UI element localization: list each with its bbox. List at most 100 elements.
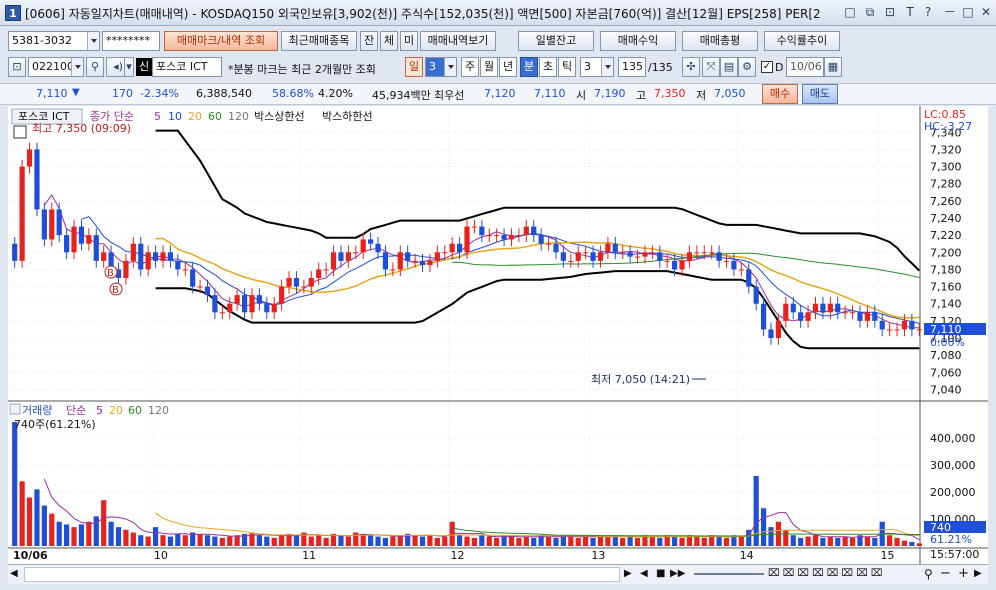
candle xyxy=(753,286,759,304)
zoom-out-icon[interactable]: − xyxy=(940,566,951,581)
minimize-button[interactable]: － xyxy=(942,5,958,21)
volume-bar xyxy=(679,537,685,546)
volume-bar xyxy=(234,535,240,546)
count-select[interactable]: 3 xyxy=(580,57,614,77)
zoom-icon[interactable]: ⚲ xyxy=(924,567,933,581)
filled-button[interactable]: 체 xyxy=(380,31,398,51)
legend-ma20[interactable]: 20 xyxy=(188,110,202,123)
range-input[interactable]: 135 xyxy=(618,57,646,77)
font-icon[interactable]: T xyxy=(902,5,918,21)
candle xyxy=(412,260,418,262)
legend-volume-ma20[interactable]: 20 xyxy=(109,404,123,417)
tab-year[interactable]: 년 xyxy=(499,57,517,77)
unfilled-button[interactable]: 미 xyxy=(400,31,418,51)
candle xyxy=(219,312,225,314)
legend-volume-ma[interactable]: 단순 xyxy=(66,404,86,417)
chevron-down-icon[interactable] xyxy=(601,58,613,76)
chevron-down-icon[interactable] xyxy=(444,58,456,76)
tab-second[interactable]: 초 xyxy=(539,57,557,77)
range-total: /135 xyxy=(648,61,673,74)
volume-bar xyxy=(86,521,92,546)
account-select[interactable]: 5381-3032 xyxy=(8,31,100,51)
candle xyxy=(746,269,752,287)
fast-forward-icon[interactable]: ▶▶ xyxy=(670,568,685,579)
stop-icon[interactable]: ■ xyxy=(656,568,665,579)
chevron-down-icon[interactable] xyxy=(71,58,83,76)
view-trade-history-button[interactable]: 매매내역보기 xyxy=(420,31,496,51)
price-change-pct: -2.34% xyxy=(140,87,179,100)
help-icon[interactable]: ? xyxy=(920,5,936,21)
date-input[interactable]: 10/06 xyxy=(786,57,824,77)
volume-bar xyxy=(308,536,314,546)
volume-bar xyxy=(108,521,114,546)
tab-tick[interactable]: 틱 xyxy=(558,57,576,77)
gear-icon[interactable]: ⚙ xyxy=(738,57,756,77)
chevron-down-icon[interactable] xyxy=(87,32,99,50)
scroll-right-icon[interactable]: ▶ xyxy=(974,568,982,579)
cascade-icon[interactable]: ⧉ xyxy=(862,5,878,21)
calendar-icon[interactable]: ▦ xyxy=(824,57,842,77)
scroll-track[interactable] xyxy=(24,567,620,582)
tools-icon[interactable]: ⤧ xyxy=(702,57,720,77)
legend-volume-ma120[interactable]: 120 xyxy=(148,404,169,417)
legend-box-upper[interactable]: 박스상한선 xyxy=(254,110,305,123)
legend-ma60[interactable]: 60 xyxy=(208,110,222,123)
chart-area[interactable]: 7,340 7,320 7,300 7,280 7,260 7,240 7,220 7,200… xyxy=(8,106,988,564)
candle xyxy=(190,269,196,287)
chart-layout-icon[interactable]: ⊡ xyxy=(8,57,26,77)
volume-bar xyxy=(894,537,900,546)
return-trend-button[interactable]: 수익률추이 xyxy=(764,31,840,51)
high-label: 고 xyxy=(636,89,647,102)
restore-layout-icon[interactable]: □ xyxy=(842,5,858,21)
legend-ma5[interactable]: 5 xyxy=(154,110,161,123)
close-button[interactable]: ✕ xyxy=(978,5,994,21)
recent-trades-button[interactable]: 최근매매종목 xyxy=(281,31,357,51)
period-day-tab[interactable]: 일 xyxy=(405,57,423,77)
scroll-left-icon[interactable]: ◀ xyxy=(10,568,18,579)
legend-ma10[interactable]: 10 xyxy=(168,110,182,123)
trade-profit-button[interactable]: 매매수익 xyxy=(600,31,676,51)
low-price: 7,050 xyxy=(714,87,746,100)
zoom-slider[interactable] xyxy=(694,573,764,575)
volume-bar xyxy=(338,535,344,546)
balance-button[interactable]: 잔 xyxy=(360,31,378,51)
legend-ma120[interactable]: 120 xyxy=(228,110,249,123)
crosshair-icon[interactable]: ✣ xyxy=(682,57,700,77)
zoom-in-icon[interactable]: + xyxy=(958,566,969,581)
trade-summary-button[interactable]: 매매총평 xyxy=(682,31,758,51)
volume-bar xyxy=(820,537,826,546)
chart-tools-icon[interactable]: ⌧ ⌧ ⌧ ⌧ ⌧ ⌧ ⌧ ⌧ xyxy=(768,568,882,579)
sell-button[interactable]: 매도 xyxy=(802,84,838,104)
legend-box-lower[interactable]: 박스하한선 xyxy=(322,109,373,123)
interval-select[interactable]: 3 xyxy=(425,57,457,77)
legend-volume[interactable]: 거래량 xyxy=(22,404,52,417)
stock-code-select[interactable]: 022100 xyxy=(28,57,84,77)
volume-panel-icon[interactable] xyxy=(9,403,21,415)
price-volume-chart[interactable]: 7,3407,3207,3007,2807,2607,2407,2207,200… xyxy=(8,106,988,564)
volume-bar xyxy=(293,535,300,546)
search-icon[interactable]: ⚲ xyxy=(86,57,104,77)
play-icon[interactable]: ▶ xyxy=(624,568,632,579)
trade-mark-query-button[interactable]: 매매마크/내역 조회 xyxy=(164,31,278,51)
daily-balance-button[interactable]: 일별잔고 xyxy=(518,31,594,51)
save-icon[interactable]: ▤ xyxy=(720,57,738,77)
maximize-button[interactable]: □ xyxy=(960,5,976,21)
legend-volume-ma60[interactable]: 60 xyxy=(128,404,142,417)
legend-volume-ma5[interactable]: 5 xyxy=(96,404,103,417)
chevron-down-icon[interactable]: ▾ xyxy=(124,57,134,77)
tab-week[interactable]: 주 xyxy=(461,57,479,77)
volume-bar xyxy=(760,508,767,546)
fit-window-icon[interactable]: ⊡ xyxy=(882,5,898,21)
grid-toggle-icon[interactable] xyxy=(13,125,27,139)
prev-icon[interactable]: ◀ xyxy=(640,568,648,579)
password-field[interactable]: ******** xyxy=(102,31,160,51)
interval-value: 3 xyxy=(429,60,436,73)
candle xyxy=(390,269,396,271)
chart-scroll-bar[interactable]: ◀ ▶ ◀ ■ ▶▶ ⌧ ⌧ ⌧ ⌧ ⌧ ⌧ ⌧ ⌧ ⚲ − + ▶ xyxy=(8,564,988,584)
date-checkbox[interactable]: ✓ xyxy=(761,61,773,73)
tab-month[interactable]: 월 xyxy=(480,57,498,77)
buy-button[interactable]: 매수 xyxy=(762,84,798,104)
current-pct-tag: 0.00% xyxy=(930,336,965,349)
stock-code: 022100 xyxy=(32,60,74,73)
tab-minute[interactable]: 분 xyxy=(520,57,538,77)
